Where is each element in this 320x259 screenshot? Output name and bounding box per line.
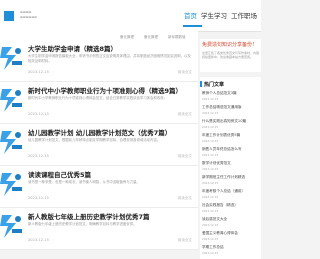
article-summary: 读书是一种享受，也是一种成长，读书使人明智，从书中汲取营养与力量。 — [28, 180, 140, 184]
hot-article-link[interactable]: 销售人员年终总结怎么写 — [202, 147, 259, 152]
hot-article-meta: 2023-12-15 — [202, 237, 219, 241]
hot-article-link[interactable]: 年度考核个人总结（通用） — [202, 189, 259, 194]
read-more-link[interactable]: 阅读全文 — [178, 154, 192, 159]
hot-article-meta: 2023-12-15 — [202, 167, 219, 171]
nav-study[interactable]: 学生学习 — [201, 10, 227, 20]
hot-article-meta: 2023-12-15 — [202, 223, 219, 227]
promo-title[interactable]: 免费造句知识分享备份！ — [202, 41, 257, 48]
logo-icon[interactable] — [4, 11, 14, 21]
article-summary: 幼儿园教学计划范文，根据幼儿年龄特点制定学期教学目标，合理安排各领域活动内容。 — [28, 138, 161, 142]
hot-article-link[interactable]: 爱国主义教育心得体会 — [202, 231, 259, 236]
article-summary: 大学生助学金申请报告模板大全，申请书示例的正文应说明具体理由，并将家庭经济困难情… — [28, 54, 191, 63]
article-title[interactable]: 新时代中小学教师职业行为十项准则心得（精选9篇） — [28, 85, 182, 95]
article-title[interactable]: 读读课程自己优秀5篇 — [28, 169, 91, 179]
hot-article-meta: 2023-12-15 — [202, 97, 219, 101]
list-item[interactable]: 新人教版七年级上册历史教学计划优秀7篇 新人教版七年级上册历史教学计划范文，明确… — [0, 208, 198, 250]
hot-article-link[interactable]: 年度工作计划表优秀5篇 — [202, 133, 259, 138]
article-date: 2023-12-15 — [28, 154, 49, 158]
hot-article-meta: 2023-12-15 — [202, 181, 219, 185]
article-title[interactable]: 幼儿园教学计划 幼儿园教学计划范文（优秀7篇） — [28, 127, 171, 137]
site-header: ▬▬▬▬ ▬▬▬▬▬▬ 首页 学生学习 工作职场 — [0, 0, 261, 32]
nav-active-indicator — [183, 25, 202, 27]
article-title[interactable]: 新人教版七年级上册历史教学计划优秀7篇 — [28, 211, 150, 221]
read-more-link[interactable]: 阅读全文 — [178, 70, 192, 75]
nav-home[interactable]: 首页 — [184, 10, 197, 20]
hot-article-link[interactable]: 工作总结精选范文通用版 — [202, 105, 259, 110]
promo-box: 免费造句知识分享备份！ 这里汇集了各类优秀范文与写作素材，内容持续更新中，欢迎收… — [200, 39, 261, 72]
hot-article-link[interactable]: 数学计划优秀范文 — [202, 161, 259, 166]
read-more-link[interactable]: 阅读全文 — [178, 112, 192, 117]
hot-article-link[interactable]: 什么是实践出真知例文10篇 — [202, 119, 259, 124]
article-date: 2023-12-15 — [28, 196, 49, 200]
hot-article-meta: 2023-12-15 — [202, 251, 219, 255]
nav-work[interactable]: 工作职场 — [231, 10, 257, 20]
hot-articles-panel: 热门文章 教师个人总结范文3篇 2023-12-15 工作总结精选范文通用版 2023… — [200, 77, 261, 259]
hot-article-link[interactable]: 教师个人总结范文3篇 — [202, 91, 259, 96]
article-thumbnail[interactable] — [0, 85, 24, 116]
article-date: 2023-12-15 — [28, 238, 49, 242]
list-item[interactable]: 幼儿园教学计划 幼儿园教学计划范文（优秀7篇） 幼儿园教学计划范文，根据幼儿年龄… — [0, 124, 198, 166]
article-date: 2023-12-15 — [28, 112, 49, 116]
hot-article-meta: 2023-12-15 — [202, 111, 219, 115]
hot-article-link[interactable]: 新学期班主任工作计划精选 — [202, 175, 259, 180]
hot-article-meta: 2023-12-15 — [202, 125, 219, 129]
article-thumbnail[interactable] — [0, 43, 24, 74]
heading-accent — [200, 81, 202, 87]
promo-description: 这里汇集了各类优秀范文与写作素材，内容持续更新中，欢迎收藏本站方便查阅。 — [202, 51, 260, 60]
list-item[interactable]: 读读课程自己优秀5篇 读书是一种享受，也是一种成长，读书使人明智，从书中汲取营养… — [0, 166, 198, 208]
hot-article-meta: 2023-12-15 — [202, 139, 219, 143]
hot-article-link[interactable]: 社会实践报告（精选） — [202, 203, 259, 208]
list-item[interactable]: 大学生助学金申请（精选8篇） 大学生助学金申请报告模板大全，申请书示例的正文应说… — [0, 40, 198, 82]
hot-article-meta: 2023-12-15 — [202, 153, 219, 157]
article-title[interactable]: 大学生助学金申请（精选8篇） — [28, 43, 117, 53]
hot-articles-heading: 热门文章 — [204, 82, 225, 88]
hot-article-meta: 2023-12-15 — [202, 209, 219, 213]
read-more-link[interactable]: 阅读全文 — [178, 238, 192, 243]
article-thumbnail[interactable] — [0, 211, 24, 242]
article-thumbnail[interactable] — [0, 127, 24, 158]
article-summary: 新人教版七年级上册历史教学计划范文，明确教学目标与教学进度安排。 — [28, 222, 137, 226]
hot-article-link[interactable]: 学期工作总结 — [202, 245, 259, 250]
article-thumbnail[interactable] — [0, 169, 24, 200]
logo-tagline: ▬▬▬▬ ▬▬▬▬▬▬ — [20, 10, 38, 19]
hot-article-meta: 2023-12-15 — [202, 195, 219, 199]
article-summary: 新时代中小学教师职业行为十项准则心得体会范文，结合日常教学实践谈谈学习体会和收获… — [28, 96, 168, 100]
read-more-link[interactable]: 阅读全文 — [178, 196, 192, 201]
list-item[interactable]: 新时代中小学教师职业行为十项准则心得（精选9篇） 新时代中小学教师职业行为十项准… — [0, 82, 198, 124]
hot-article-link[interactable]: 读后感范文大全 — [202, 217, 259, 222]
article-date: 2023-12-15 — [28, 70, 49, 74]
